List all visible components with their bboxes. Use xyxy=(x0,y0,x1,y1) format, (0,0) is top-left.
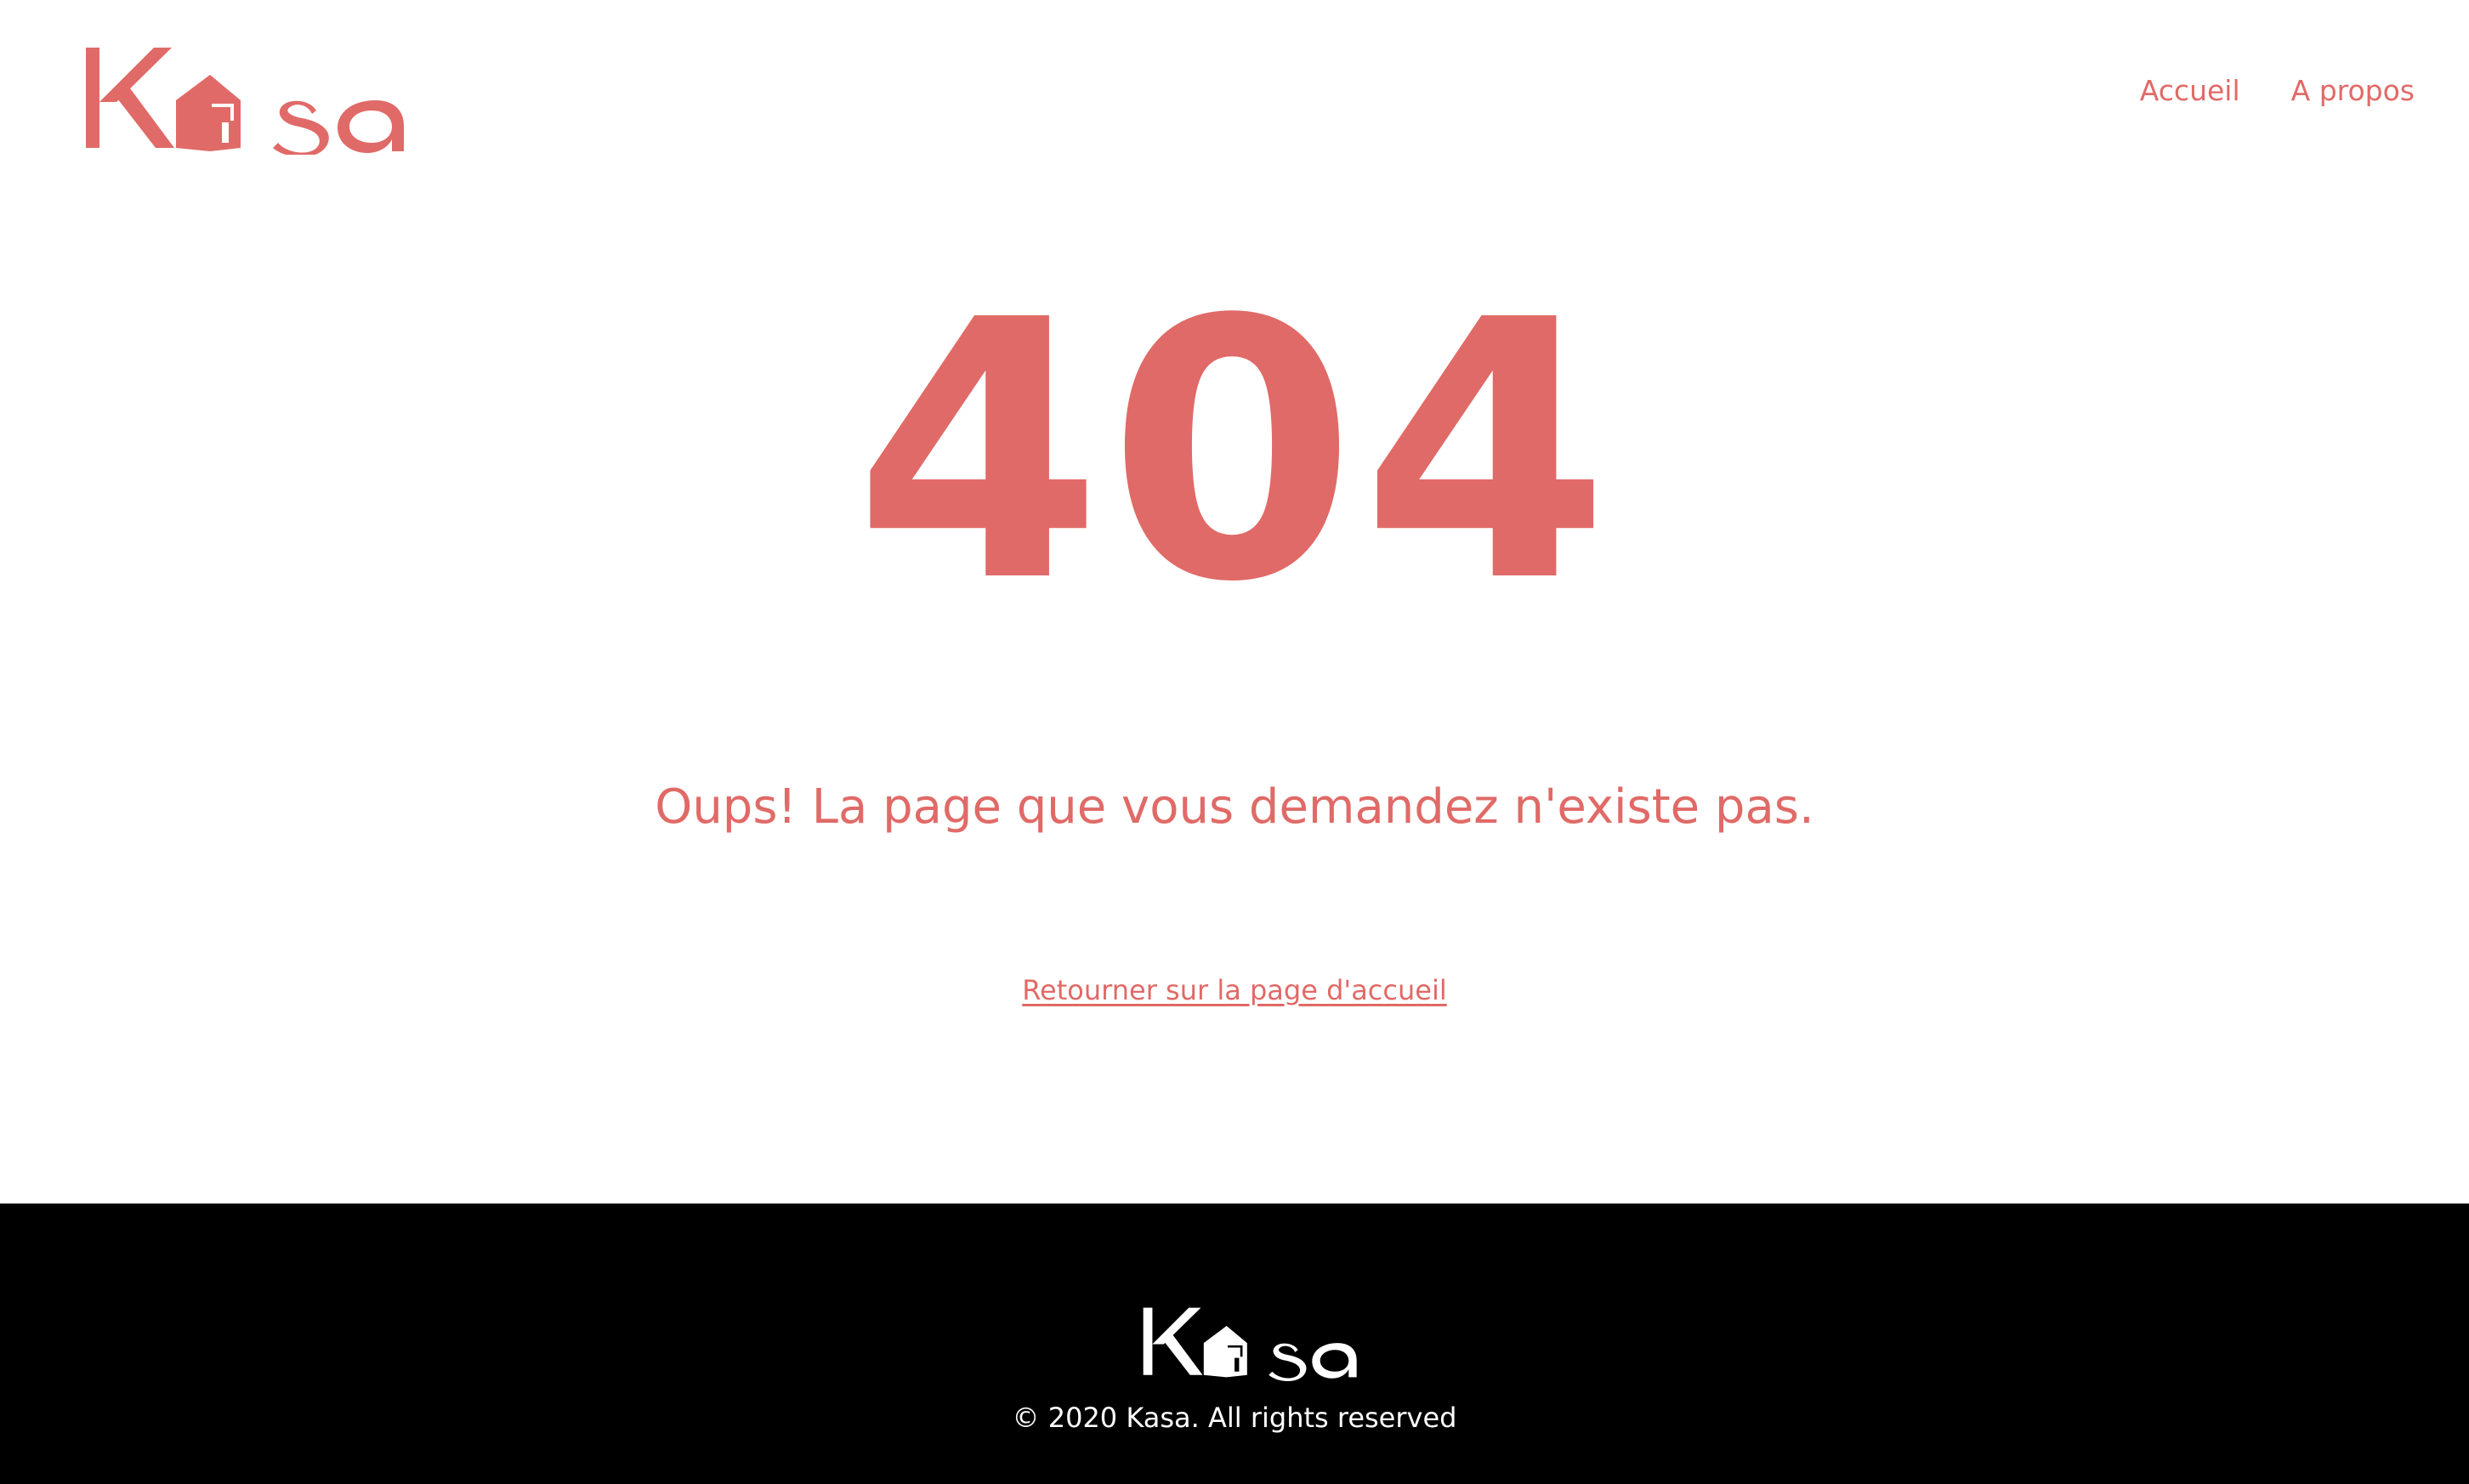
nav-link-accueil[interactable]: Accueil xyxy=(2140,70,2240,112)
error-code: 404 xyxy=(854,245,1615,660)
kasa-logo[interactable] xyxy=(82,44,406,155)
copyright-text: © 2020 Kasa. All rights reserved xyxy=(1012,1402,1457,1434)
error-message: Oups! La page que vous demandez n'existe… xyxy=(655,779,1814,835)
kasa-footer-logo xyxy=(1143,1307,1357,1381)
back-link-container: Retourner sur la page d'accueil xyxy=(0,973,2469,1007)
site-header: Accueil A propos xyxy=(0,0,2469,195)
back-to-home-link[interactable]: Retourner sur la page d'accueil xyxy=(1022,974,1446,1006)
error-page: 404 Oups! La page que vous demandez n'ex… xyxy=(0,195,2469,1204)
site-footer: © 2020 Kasa. All rights reserved xyxy=(0,1204,2469,1484)
nav-link-a-propos[interactable]: A propos xyxy=(2291,70,2415,112)
main-nav: Accueil A propos xyxy=(2140,70,2415,112)
